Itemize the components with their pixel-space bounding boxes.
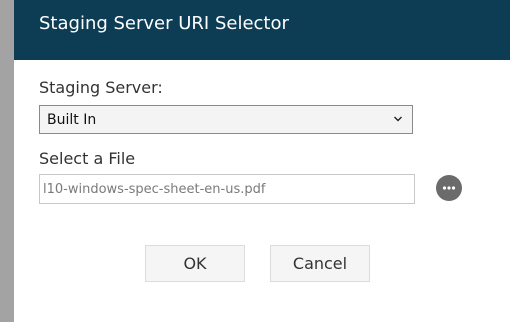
staging-server-selected-value: Built In: [47, 112, 97, 128]
file-path-input[interactable]: [39, 174, 415, 204]
ok-button[interactable]: OK: [145, 245, 245, 282]
dialog-title: Staging Server URI Selector: [39, 13, 289, 34]
staging-server-select[interactable]: Built In: [39, 105, 413, 134]
dialog-titlebar: Staging Server URI Selector: [14, 0, 510, 60]
more-horizontal-icon: [442, 186, 456, 190]
browse-file-button[interactable]: [436, 175, 462, 201]
chevron-down-icon: [394, 116, 402, 122]
cancel-button[interactable]: Cancel: [270, 245, 370, 282]
select-file-label: Select a File: [39, 149, 136, 168]
page-backdrop: [0, 0, 14, 322]
uri-selector-dialog: Staging Server URI Selector Staging Serv…: [14, 0, 510, 322]
staging-server-label: Staging Server:: [39, 78, 163, 97]
